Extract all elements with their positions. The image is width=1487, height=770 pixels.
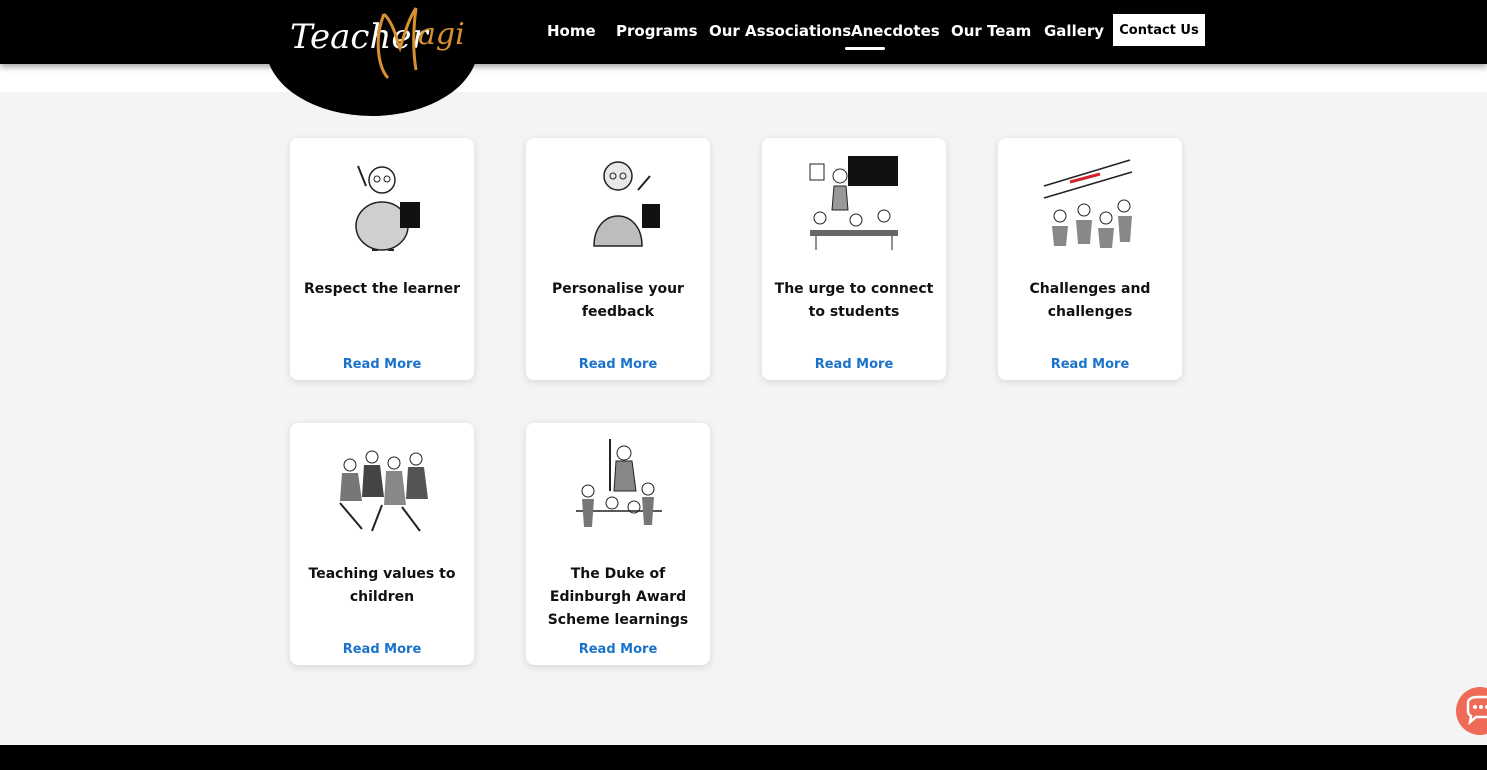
children-playing-illustration bbox=[339, 450, 428, 532]
site-header: Home Programs Our Associations Anecdotes… bbox=[0, 0, 1487, 64]
card-title: Personalise your feedback bbox=[552, 281, 684, 320]
card-title: Respect the learner bbox=[303, 281, 461, 297]
nav-home[interactable]: Home bbox=[547, 22, 596, 40]
children-maths-illustration bbox=[1043, 159, 1133, 248]
card-title: Challenges and challenges bbox=[1029, 281, 1151, 320]
read-more-link[interactable]: Read More bbox=[526, 357, 710, 372]
teacher-with-book-illustration bbox=[355, 165, 420, 251]
nav-programs[interactable]: Programs bbox=[616, 22, 698, 40]
anecdote-card[interactable]: Personalise your feedback Read More bbox=[526, 138, 710, 380]
read-more-link[interactable]: Read More bbox=[290, 357, 474, 372]
site-footer bbox=[0, 745, 1487, 770]
classroom-illustration bbox=[809, 156, 898, 250]
chat-bubble-icon bbox=[1466, 695, 1487, 726]
card-title: The Duke of Edinburgh Award Scheme learn… bbox=[547, 566, 689, 628]
active-nav-indicator bbox=[845, 47, 885, 50]
read-more-link[interactable]: Read More bbox=[762, 357, 946, 372]
teacher-in-saree-illustration bbox=[593, 161, 660, 247]
anecdote-card[interactable]: The urge to connect to students Read Mor… bbox=[762, 138, 946, 380]
card-title: Teaching values to children bbox=[308, 566, 456, 605]
nav-our-team[interactable]: Our Team bbox=[951, 22, 1031, 40]
logo-text-agi: agi bbox=[418, 17, 465, 52]
read-more-link[interactable]: Read More bbox=[290, 642, 474, 657]
card-title: The urge to connect to students bbox=[774, 281, 934, 320]
chat-button[interactable] bbox=[1456, 687, 1487, 735]
anecdote-card[interactable]: Teaching values to children Read More bbox=[290, 423, 474, 665]
anecdote-card[interactable]: Challenges and challenges Read More bbox=[998, 138, 1182, 380]
anecdote-card[interactable]: Respect the learner Read More bbox=[290, 138, 474, 380]
nav-our-associations[interactable]: Our Associations bbox=[709, 22, 851, 40]
contact-us-button[interactable]: Contact Us bbox=[1113, 14, 1205, 46]
header-spacer bbox=[0, 64, 1487, 92]
outdoor-group-illustration bbox=[576, 439, 662, 527]
nav-gallery[interactable]: Gallery bbox=[1044, 22, 1104, 40]
nav-anecdotes[interactable]: Anecdotes bbox=[851, 22, 940, 40]
anecdote-card[interactable]: The Duke of Edinburgh Award Scheme learn… bbox=[526, 423, 710, 665]
read-more-link[interactable]: Read More bbox=[526, 642, 710, 657]
site-logo[interactable]: Teacher agi bbox=[266, 0, 478, 116]
read-more-link[interactable]: Read More bbox=[998, 357, 1182, 372]
